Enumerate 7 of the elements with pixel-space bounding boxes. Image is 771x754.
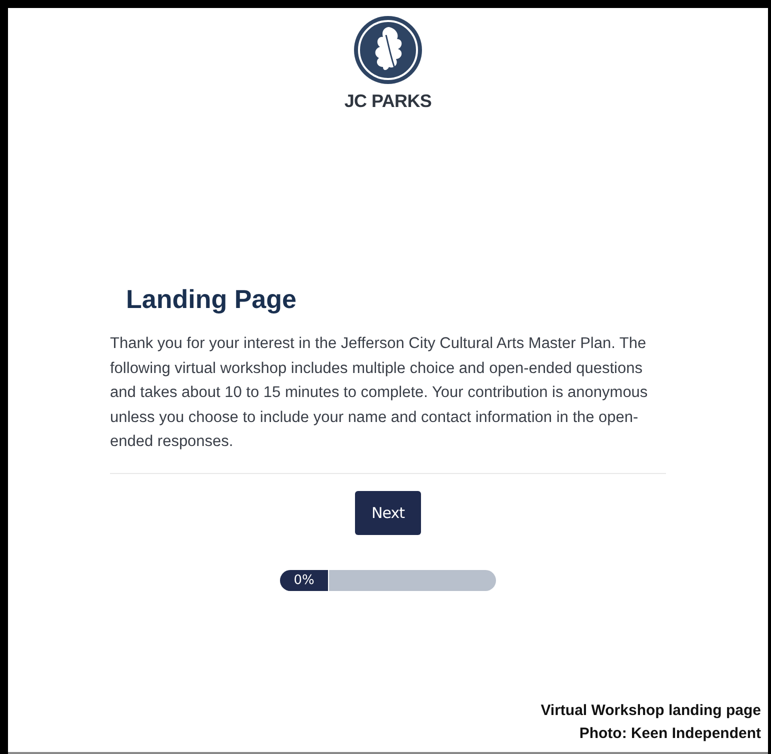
caption-text: Virtual Workshop landing page: [540, 702, 761, 719]
intro-paragraph: Thank you for your interest in the Jefferson City Cultural Arts Master Plan. The following virtual workshop includes multiple choice and open-ended questions and takes about 10 to 15 minutes to complete. Your contribution is anonymous unless you choose to include your name and contact information in the open-ended responses.: [110, 334, 649, 452]
page-heading: Landing Page: [126, 284, 298, 315]
logo-text: JC PARKS: [344, 91, 432, 112]
leaf-logo-icon: [352, 15, 423, 85]
caption-text: Photo: Keen Independent: [579, 725, 761, 742]
next-button[interactable]: Next: [355, 490, 421, 534]
